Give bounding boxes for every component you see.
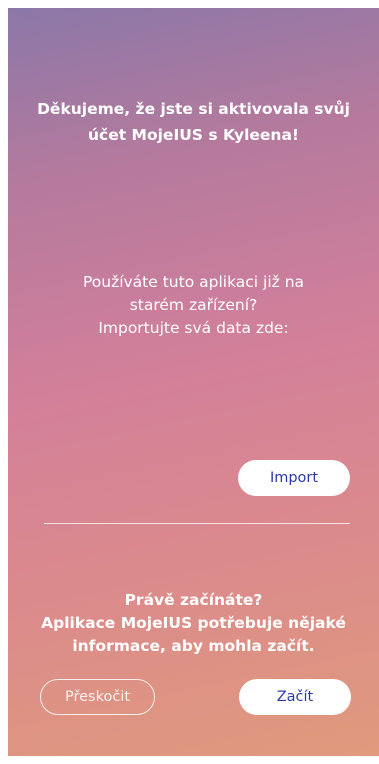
start-button[interactable]: Začít xyxy=(239,679,351,715)
start-prompt-line-1: Právě začínáte? xyxy=(124,591,263,609)
import-prompt-line-3: Importujte svá data zde: xyxy=(98,319,289,337)
import-prompt: Používáte tuto aplikaci již na starém za… xyxy=(28,271,359,340)
welcome-headline: Děkujeme, že jste si aktivovala svůj úče… xyxy=(37,100,350,144)
section-divider xyxy=(44,523,350,524)
skip-button[interactable]: Přeskočit xyxy=(40,679,155,715)
start-prompt-line-3: informace, aby mohla začít. xyxy=(72,637,315,655)
start-prompt: Právě začínáte? Aplikace MojeIUS potřebu… xyxy=(14,589,373,658)
onboarding-screen: Děkujeme, že jste si aktivovala svůj úče… xyxy=(8,8,379,756)
import-prompt-line-1: Používáte tuto aplikaci již na xyxy=(82,273,305,291)
import-prompt-line-2: starém zařízení? xyxy=(129,296,258,314)
import-button[interactable]: Import xyxy=(238,460,350,496)
start-prompt-line-2: Aplikace MojeIUS potřebuje nějaké xyxy=(41,614,346,632)
